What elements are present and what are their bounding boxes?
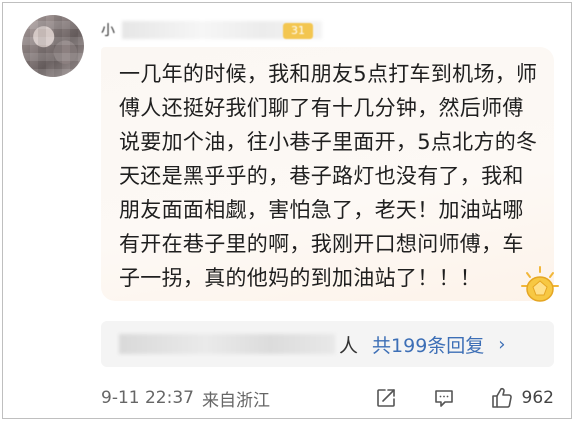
view-replies-label[interactable]: 共199条回复 bbox=[372, 331, 484, 358]
like-count: 962 bbox=[521, 388, 554, 408]
replies-suffix: 人 bbox=[339, 334, 359, 357]
level-badge: 31 bbox=[283, 23, 313, 39]
comment-location: 来自浙江 bbox=[201, 390, 270, 411]
gold-badge-sticker-icon bbox=[521, 266, 559, 302]
thumbs-up-icon[interactable] bbox=[490, 386, 514, 410]
comment-time: 9-11 22:37 bbox=[101, 388, 194, 408]
comment-actions: 962 bbox=[374, 386, 554, 410]
comment-bubble: 一几年的时候，我和朋友5点打车到机场，师傅人还挺好我们聊了有十几分钟，然后师傅说… bbox=[101, 47, 559, 302]
comment-icon[interactable] bbox=[432, 386, 456, 410]
repliers-redaction bbox=[119, 334, 335, 354]
share-icon[interactable] bbox=[374, 386, 398, 410]
comment-text: 一几年的时候，我和朋友5点打车到机场，师傅人还挺好我们聊了有十几分钟，然后师傅说… bbox=[119, 62, 538, 290]
comment-card: 小 31 一几年的时候，我和朋友5点打车到机场，师傅人还挺好我们聊了有十几分钟，… bbox=[2, 2, 572, 419]
chevron-right-icon: › bbox=[498, 333, 506, 355]
replies-preview[interactable]: 人 共199条回复 › bbox=[101, 321, 554, 367]
like-button[interactable]: 962 bbox=[490, 386, 554, 410]
view-replies-link[interactable]: 共199条回复 › bbox=[372, 331, 505, 358]
username[interactable]: 小 bbox=[101, 20, 116, 40]
avatar[interactable] bbox=[22, 15, 84, 77]
comment-meta: 9-11 22:37 来自浙江 962 bbox=[101, 385, 554, 411]
